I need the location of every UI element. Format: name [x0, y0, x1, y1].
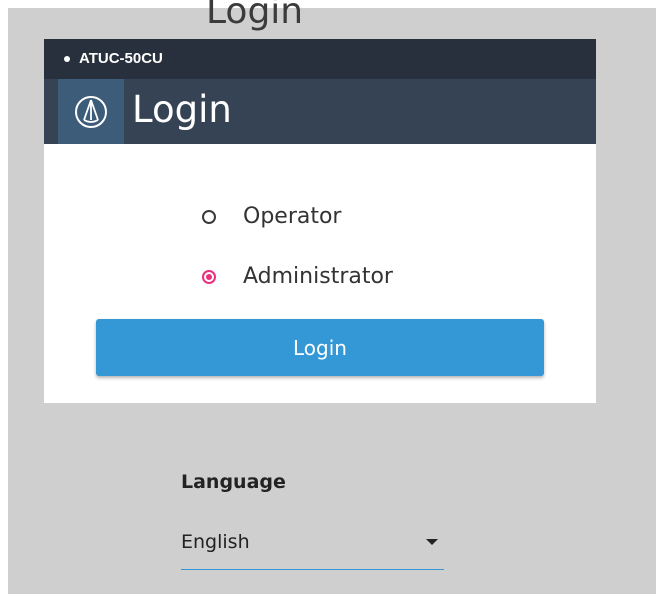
device-bar: ATUC-50CU — [44, 39, 596, 79]
radio-checked-icon[interactable] — [202, 270, 216, 284]
role-label-operator: Operator — [243, 204, 342, 229]
radio-unchecked-icon[interactable] — [202, 210, 216, 224]
background-page-title: Login — [206, 0, 304, 32]
audio-technica-logo-icon — [58, 79, 124, 144]
status-dot-icon — [64, 56, 70, 62]
role-radio-administrator[interactable]: Administrator — [202, 263, 393, 291]
page-background: Login ATUC-50CU Login Operator Administr… — [8, 0, 656, 594]
role-radio-operator[interactable]: Operator — [202, 203, 341, 231]
login-button[interactable]: Login — [96, 319, 544, 376]
device-name: ATUC-50CU — [79, 50, 163, 67]
language-label: Language — [181, 471, 286, 493]
login-header: Login — [44, 79, 596, 144]
language-select[interactable]: English — [181, 528, 444, 570]
login-card: ATUC-50CU Login Operator Administrator L… — [44, 39, 596, 403]
page-title: Login — [132, 88, 232, 131]
language-selected-value: English — [181, 531, 250, 553]
chevron-down-icon[interactable] — [426, 539, 438, 545]
role-label-administrator: Administrator — [243, 264, 393, 289]
